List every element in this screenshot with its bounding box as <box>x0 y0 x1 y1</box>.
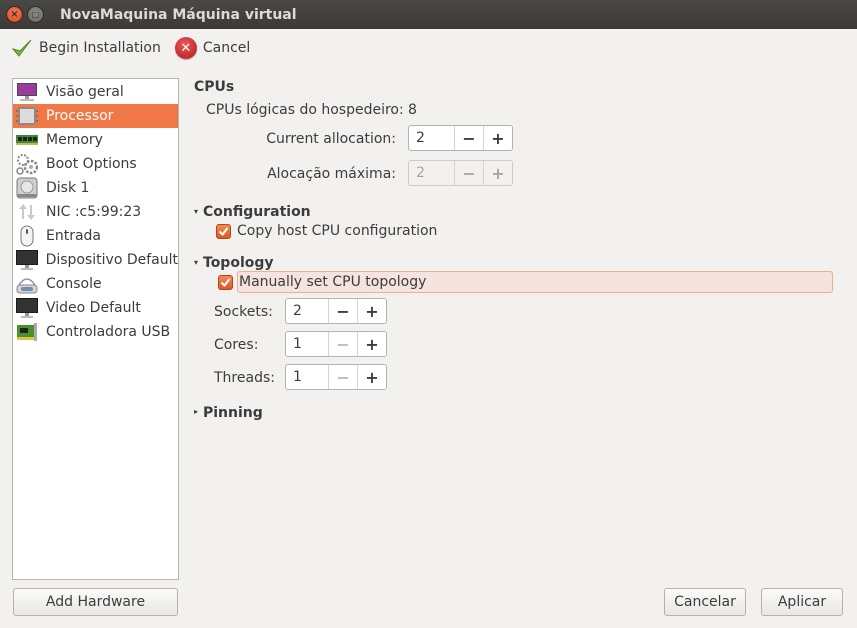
add-hardware-label: Add Hardware <box>45 594 146 610</box>
hardware-list: Visão geral Processor Memory Boot Option… <box>12 78 179 580</box>
checkmark-icon <box>218 227 229 237</box>
window-close-button[interactable]: × <box>6 6 23 23</box>
maximize-icon: □ <box>31 10 40 19</box>
sidebar-item-usb-controller[interactable]: Controladora USB <box>13 320 178 344</box>
sockets-spinner[interactable]: 2 − + <box>285 298 387 324</box>
max-allocation-value: 2 <box>409 161 454 185</box>
configuration-expander-arrow[interactable]: ▾ <box>194 207 198 216</box>
cancel-button[interactable]: Cancelar <box>664 588 746 616</box>
network-arrows-icon <box>15 201 39 223</box>
serial-console-icon <box>15 273 39 295</box>
begin-installation-label: Begin Installation <box>39 40 161 56</box>
host-cpus-value: 8 <box>408 102 417 118</box>
sidebar-item-video[interactable]: Video Default <box>13 296 178 320</box>
sidebar-item-label: Console <box>46 276 102 292</box>
copy-host-cpu-label[interactable]: Copy host CPU configuration <box>237 223 437 239</box>
sidebar-item-label: Controladora USB <box>46 324 171 340</box>
cpu-chip-icon <box>15 105 39 127</box>
topology-heading[interactable]: Topology <box>203 255 274 271</box>
increment-button[interactable]: + <box>357 365 386 389</box>
increment-button[interactable]: + <box>483 126 512 150</box>
hard-disk-icon <box>15 177 39 199</box>
sidebar-item-boot-options[interactable]: Boot Options <box>13 152 178 176</box>
increment-button[interactable]: + <box>357 332 386 356</box>
sockets-value[interactable]: 2 <box>286 299 328 323</box>
current-allocation-label: Current allocation: <box>266 131 396 147</box>
checkmark-icon <box>220 278 231 288</box>
display-icon <box>15 249 39 271</box>
cores-value[interactable]: 1 <box>286 332 328 356</box>
apply-button[interactable]: Aplicar <box>761 588 843 616</box>
begin-installation-button[interactable]: Begin Installation <box>5 33 167 63</box>
host-cpus-label: CPUs lógicas do hospedeiro: <box>206 102 404 118</box>
max-allocation-spinner: 2 − + <box>408 160 513 186</box>
sidebar-item-label: Dispositivo Default <box>45 252 178 268</box>
current-allocation-spinner[interactable]: 2 − + <box>408 125 513 151</box>
increment-button: + <box>483 161 512 185</box>
sidebar-item-disk[interactable]: Disk 1 <box>13 176 178 200</box>
cancel-installation-label: Cancel <box>202 40 251 56</box>
checkmark-icon <box>11 39 32 57</box>
toolbar: Begin Installation ✕ Cancel <box>0 29 857 67</box>
cpus-heading: CPUs <box>194 79 235 95</box>
sidebar-item-label: Entrada <box>46 228 102 244</box>
sidebar-item-label: Boot Options <box>46 156 137 172</box>
window-title: NovaMaquina Máquina virtual <box>60 6 297 23</box>
usb-controller-icon <box>15 321 39 343</box>
sidebar-item-console[interactable]: Console <box>13 272 178 296</box>
decrement-button[interactable]: − <box>328 299 357 323</box>
decrement-button[interactable]: − <box>454 126 483 150</box>
configuration-heading[interactable]: Configuration <box>203 204 311 220</box>
sidebar-item-label: NIC :c5:99:23 <box>46 204 142 220</box>
sidebar-item-overview[interactable]: Visão geral <box>13 80 178 104</box>
cancel-icon: ✕ <box>174 37 197 59</box>
cores-label: Cores: <box>214 337 259 353</box>
sidebar-item-processor[interactable]: Processor <box>13 104 178 128</box>
copy-host-cpu-checkbox[interactable] <box>216 224 231 239</box>
window-titlebar: × □ NovaMaquina Máquina virtual <box>0 0 857 29</box>
display-icon <box>15 297 39 319</box>
decrement-button: − <box>328 365 357 389</box>
decrement-button: − <box>328 332 357 356</box>
sidebar-item-memory[interactable]: Memory <box>13 128 178 152</box>
add-hardware-button[interactable]: Add Hardware <box>13 588 178 616</box>
sidebar-item-label: Processor <box>46 108 114 124</box>
threads-label: Threads: <box>214 370 275 386</box>
apply-button-label: Aplicar <box>777 594 827 610</box>
increment-button[interactable]: + <box>357 299 386 323</box>
sidebar-item-label: Video Default <box>46 300 141 316</box>
sockets-label: Sockets: <box>214 304 273 320</box>
pinning-heading[interactable]: Pinning <box>203 405 263 421</box>
close-icon: × <box>10 9 19 20</box>
max-allocation-label: Alocação máxima: <box>267 166 396 182</box>
decrement-button: − <box>454 161 483 185</box>
sidebar-item-label: Disk 1 <box>46 180 90 196</box>
manual-topology-label[interactable]: Manually set CPU topology <box>239 274 426 290</box>
cores-spinner[interactable]: 1 − + <box>285 331 387 357</box>
monitor-overview-icon <box>15 81 39 103</box>
cancel-installation-button[interactable]: ✕ Cancel <box>169 33 256 63</box>
memory-module-icon <box>15 129 39 151</box>
mouse-icon <box>15 225 39 247</box>
gears-icon <box>15 153 39 175</box>
threads-value[interactable]: 1 <box>286 365 328 389</box>
topology-expander-arrow[interactable]: ▾ <box>194 258 198 267</box>
pinning-expander-arrow[interactable]: ▸ <box>194 407 198 416</box>
sidebar-item-display-device[interactable]: Dispositivo Default <box>13 248 178 272</box>
window-maximize-button[interactable]: □ <box>27 6 44 23</box>
sidebar-item-input[interactable]: Entrada <box>13 224 178 248</box>
manual-topology-checkbox[interactable] <box>218 275 233 290</box>
sidebar-item-label: Memory <box>46 132 103 148</box>
current-allocation-value[interactable]: 2 <box>409 126 454 150</box>
threads-spinner[interactable]: 1 − + <box>285 364 387 390</box>
cancel-button-label: Cancelar <box>674 594 736 610</box>
sidebar-item-label: Visão geral <box>46 84 124 100</box>
sidebar-item-nic[interactable]: NIC :c5:99:23 <box>13 200 178 224</box>
